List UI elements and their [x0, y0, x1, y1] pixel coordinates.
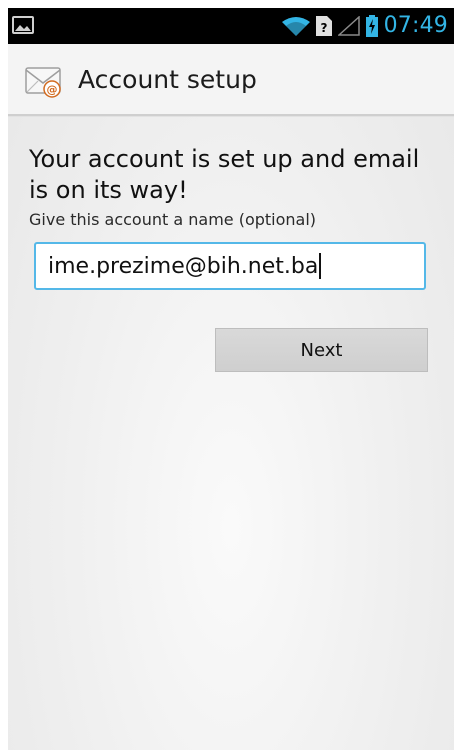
- battery-charging-icon: [365, 15, 378, 37]
- account-name-value[interactable]: ime.prezime@bih.net.ba: [48, 254, 318, 279]
- account-name-label: Give this account a name (optional): [29, 210, 317, 229]
- svg-text:?: ?: [320, 21, 327, 35]
- gallery-icon: [12, 16, 34, 34]
- svg-text:@: @: [47, 83, 58, 96]
- status-right-icons: ? 07:49: [281, 13, 448, 39]
- account-name-input[interactable]: ime.prezime@bih.net.ba: [34, 242, 426, 290]
- status-time: 07:49: [383, 13, 448, 38]
- screen: ? 07:49 @ Account setup Your account is …: [0, 0, 454, 750]
- no-sim-icon: ?: [315, 16, 332, 36]
- next-button[interactable]: Next: [215, 328, 428, 372]
- signal-icon: [337, 16, 360, 36]
- text-cursor: [319, 253, 322, 279]
- device-screen: ? 07:49 @ Account setup Your account is …: [8, 8, 454, 750]
- wifi-icon: [281, 17, 310, 36]
- email-envelope-icon[interactable]: @: [24, 61, 62, 99]
- page-title: Account setup: [78, 65, 257, 94]
- setup-complete-heading: Your account is set up and email is on i…: [29, 145, 420, 204]
- status-bar: ? 07:49: [8, 8, 454, 44]
